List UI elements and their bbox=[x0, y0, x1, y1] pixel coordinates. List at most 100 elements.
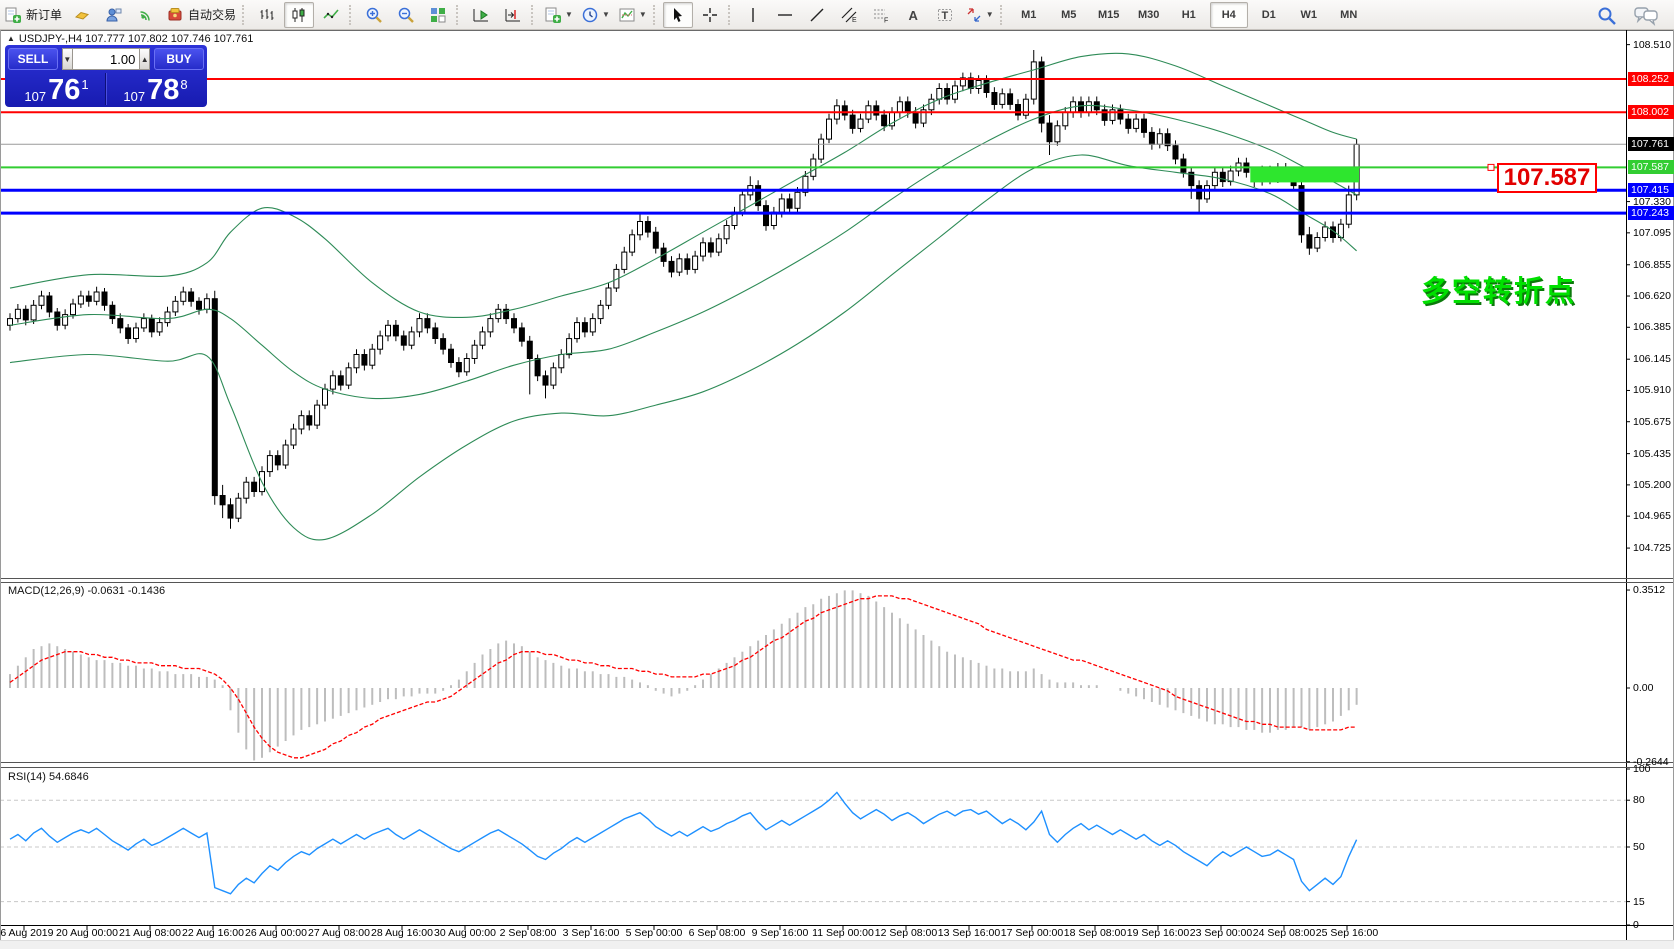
chart-header: ▲ USDJPY-,H4 107.777 107.802 107.746 107.… bbox=[7, 33, 253, 45]
draw-horizontal-line-button[interactable] bbox=[770, 2, 800, 28]
bottom-strip bbox=[0, 940, 1674, 949]
buy-button[interactable]: BUY bbox=[154, 48, 204, 70]
cursor-button[interactable] bbox=[662, 1, 693, 28]
tf-m1-button[interactable]: M1 bbox=[1010, 2, 1048, 28]
volume-input[interactable] bbox=[72, 48, 140, 70]
toolbar-separator bbox=[652, 4, 660, 25]
draw-trendline-button[interactable] bbox=[802, 2, 832, 28]
one-click-trading-panel: SELL ▼ ▲ BUY 107761 107788 bbox=[5, 45, 207, 107]
line-price-label: 108.252 bbox=[1628, 71, 1674, 86]
tf-h1-button[interactable]: H1 bbox=[1170, 2, 1208, 28]
price-tick-label: 105.675 bbox=[1633, 415, 1671, 428]
time-tick-label: 16 Aug 2019 bbox=[0, 927, 54, 939]
time-tick-label: 9 Sep 16:00 bbox=[751, 927, 809, 939]
layouts-button[interactable] bbox=[67, 2, 97, 28]
crosshair-button[interactable] bbox=[695, 2, 725, 28]
rsi-tick-label: 50 bbox=[1633, 841, 1645, 853]
tf-m15-button[interactable]: M15 bbox=[1090, 2, 1128, 28]
price-callout-label[interactable]: 107.587 bbox=[1497, 163, 1597, 194]
time-tick-label: 20 Aug 00:00 bbox=[56, 927, 118, 939]
chart-canvas[interactable] bbox=[0, 30, 1674, 949]
tf-m30-button[interactable]: M30 bbox=[1130, 2, 1168, 28]
sell-price[interactable]: 107 76 1 bbox=[8, 73, 106, 105]
draw-text-button[interactable]: A bbox=[898, 2, 928, 28]
new-order-button[interactable]: 新订单 bbox=[1, 2, 65, 28]
tf-w1-button[interactable]: W1 bbox=[1290, 2, 1328, 28]
zoom-in-icon bbox=[365, 6, 383, 24]
zoom-in-button[interactable] bbox=[359, 2, 389, 28]
dropdown-arrow-icon[interactable]: ▼ bbox=[986, 10, 994, 19]
green-zone-rectangle[interactable] bbox=[1250, 167, 1359, 183]
bollinger-upper-band bbox=[9, 52, 1357, 318]
candlestick-mode-button[interactable] bbox=[284, 1, 315, 28]
tf-d1-button[interactable]: D1 bbox=[1250, 2, 1288, 28]
shift-icon bbox=[504, 6, 522, 24]
bar-chart-mode-button[interactable] bbox=[252, 2, 282, 28]
tf-h4-button[interactable]: H4 bbox=[1209, 1, 1248, 28]
price-tick-label: 107.095 bbox=[1633, 226, 1671, 239]
tf-m5-button[interactable]: M5 bbox=[1050, 2, 1088, 28]
chat-icon[interactable] bbox=[1630, 3, 1662, 29]
auto-scroll-button[interactable] bbox=[466, 2, 496, 28]
new-chart-button[interactable]: ▼ bbox=[541, 2, 576, 28]
trendline-icon bbox=[808, 6, 826, 24]
time-tick-label: 30 Aug 00:00 bbox=[434, 927, 496, 939]
draw-channel-button[interactable]: E bbox=[834, 2, 864, 28]
tile-windows-button[interactable] bbox=[423, 2, 453, 28]
templates-button[interactable]: ▼ bbox=[615, 2, 650, 28]
fibo-icon: F bbox=[872, 6, 890, 24]
price-tick-label: 104.725 bbox=[1633, 542, 1671, 555]
text-a-icon: A bbox=[904, 6, 922, 24]
chart-window[interactable]: ▲ USDJPY-,H4 107.777 107.802 107.746 107.… bbox=[0, 30, 1674, 949]
volume-down-button[interactable]: ▼ bbox=[62, 48, 73, 70]
buy-price[interactable]: 107 78 8 bbox=[106, 73, 204, 105]
dropdown-arrow-icon[interactable]: ▼ bbox=[565, 10, 573, 19]
draw-text-label-button[interactable]: T bbox=[930, 2, 960, 28]
toolbar: 新订单 自动交易 ▼ ▼ ▼ E F A T ▼ M1 M5 M15 M30 H1 H4 D1 W1 MN bbox=[0, 0, 1674, 30]
time-tick-label: 17 Sep 00:00 bbox=[1000, 927, 1064, 939]
line-price-label: 108.002 bbox=[1628, 105, 1674, 120]
chart-annotation-text[interactable]: 多空转折点 bbox=[1421, 268, 1576, 310]
time-tick-label: 13 Sep 16:00 bbox=[937, 927, 1001, 939]
draw-arrows-button[interactable]: ▼ bbox=[962, 2, 997, 28]
current-price-label: 107.761 bbox=[1628, 137, 1674, 152]
clock-icon bbox=[581, 6, 599, 24]
signals-button[interactable] bbox=[131, 2, 161, 28]
callout-anchor bbox=[1487, 163, 1495, 171]
macd-signal-line bbox=[9, 595, 1357, 759]
periods-button[interactable]: ▼ bbox=[578, 2, 613, 28]
cursor-icon bbox=[669, 6, 687, 24]
macd-tick-label: 0.00 bbox=[1633, 682, 1654, 694]
collapse-arrow-icon[interactable]: ▲ bbox=[7, 34, 15, 43]
signal-icon bbox=[137, 6, 155, 24]
time-tick-label: 22 Aug 16:00 bbox=[182, 927, 244, 939]
time-tick-label: 21 Aug 08:00 bbox=[119, 927, 181, 939]
sell-button[interactable]: SELL bbox=[8, 48, 58, 70]
time-tick-label: 27 Aug 08:00 bbox=[308, 927, 370, 939]
auto-trading-button[interactable]: 自动交易 bbox=[163, 2, 239, 28]
vline-icon bbox=[744, 6, 762, 24]
price-tick-label: 106.620 bbox=[1633, 290, 1671, 303]
svg-text:A: A bbox=[908, 8, 918, 23]
rsi-tick-label: 100 bbox=[1633, 763, 1651, 775]
tf-mn-button[interactable]: MN bbox=[1330, 2, 1368, 28]
svg-text:E: E bbox=[852, 17, 857, 24]
draw-fibonacci-button[interactable]: F bbox=[866, 2, 896, 28]
price-tick-label: 108.510 bbox=[1633, 38, 1671, 51]
dropdown-arrow-icon[interactable]: ▼ bbox=[639, 10, 647, 19]
price-tick-label: 106.145 bbox=[1633, 353, 1671, 366]
zoom-out-button[interactable] bbox=[391, 2, 421, 28]
profile-button[interactable] bbox=[99, 2, 129, 28]
candlestick-series bbox=[7, 50, 1360, 529]
draw-vertical-line-button[interactable] bbox=[738, 2, 768, 28]
toolbar-separator bbox=[349, 4, 356, 25]
symbol-period: USDJPY-,H4 bbox=[18, 33, 83, 45]
time-tick-label: 19 Sep 16:00 bbox=[1126, 927, 1190, 939]
line-chart-mode-button[interactable] bbox=[316, 2, 346, 28]
search-icon[interactable] bbox=[1592, 3, 1622, 29]
chart-shift-button[interactable] bbox=[498, 2, 528, 28]
dropdown-arrow-icon[interactable]: ▼ bbox=[602, 10, 610, 19]
line-price-label: 107.587 bbox=[1628, 160, 1674, 175]
zoom-out-icon bbox=[397, 6, 415, 24]
volume-up-button[interactable]: ▲ bbox=[139, 48, 151, 70]
